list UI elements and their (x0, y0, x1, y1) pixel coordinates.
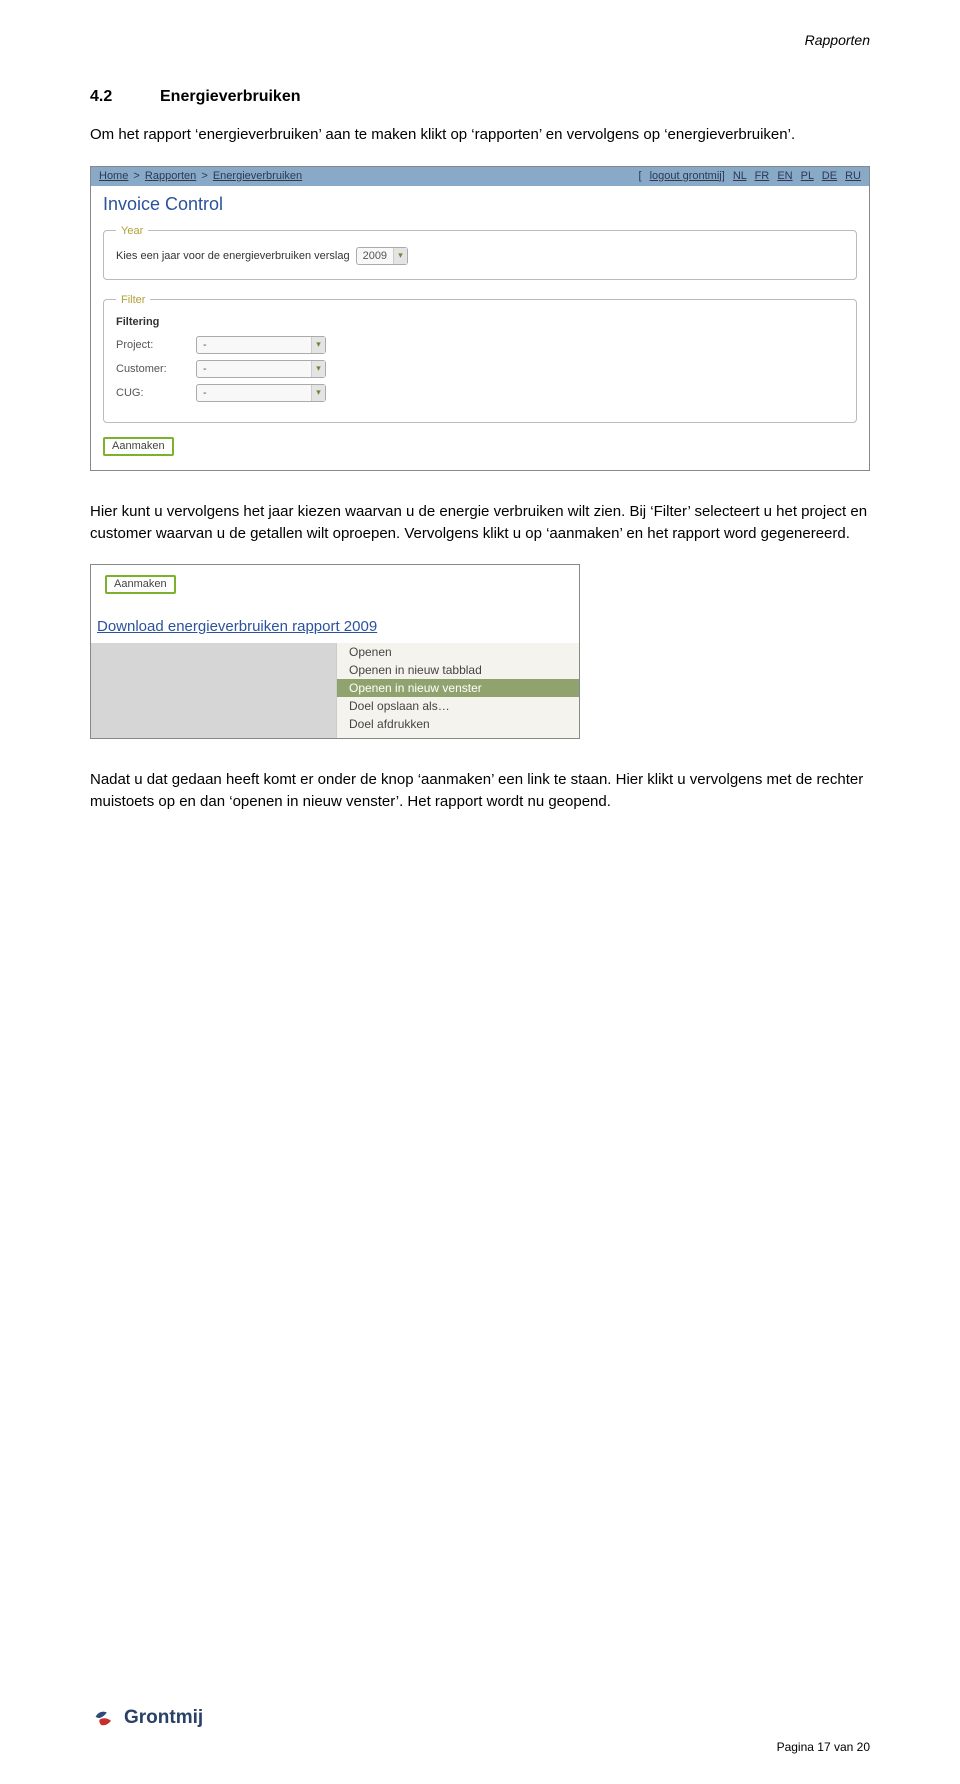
crumb-page[interactable]: Energieverbruiken (213, 170, 302, 182)
aanmaken-button-2[interactable]: Aanmaken (105, 575, 176, 594)
year-legend: Year (116, 225, 148, 237)
project-label: Project: (116, 339, 196, 351)
customer-label: Customer: (116, 363, 196, 375)
ctx-nieuw-tabblad[interactable]: Openen in nieuw tabblad (337, 661, 579, 679)
breadcrumb-bar: Home > Rapporten > Energieverbruiken [ l… (91, 167, 869, 186)
customer-select[interactable]: - ▾ (196, 360, 326, 378)
cug-value: - (197, 387, 213, 399)
app-title: Invoice Control (91, 186, 869, 221)
lang-de[interactable]: DE (822, 170, 837, 182)
lang-en[interactable]: EN (777, 170, 792, 182)
aanmaken-button[interactable]: Aanmaken (103, 437, 174, 456)
chevron-down-icon: ▾ (393, 248, 407, 264)
section-title: Energieverbruiken (160, 88, 301, 106)
cug-select[interactable]: - ▾ (196, 384, 326, 402)
footer: Grontmij Pagina 17 van 20 (90, 1704, 870, 1754)
chevron-down-icon: ▾ (311, 385, 325, 401)
bracket-close: ] (722, 170, 725, 182)
project-value: - (197, 339, 213, 351)
screenshot-download-context: Aanmaken Download energieverbruiken rapp… (90, 564, 580, 739)
ctx-nieuw-venster[interactable]: Openen in nieuw venster (337, 679, 579, 697)
year-select[interactable]: 2009 ▾ (356, 247, 408, 265)
filter-row-cug: CUG: - ▾ (116, 384, 844, 402)
paragraph-2: Hier kunt u vervolgens het jaar kiezen w… (90, 501, 870, 545)
filter-panel: Filter Filtering Project: - ▾ Customer: … (103, 294, 857, 423)
paragraph-3: Nadat u dat gedaan heeft komt er onder d… (90, 769, 870, 813)
logout-link[interactable]: logout grontmij (650, 170, 722, 182)
paragraph-1: Om het rapport ‘energieverbruiken’ aan t… (90, 124, 870, 146)
lang-nl[interactable]: NL (733, 170, 747, 182)
header-section-label: Rapporten (805, 32, 870, 48)
crumb-home[interactable]: Home (99, 170, 128, 182)
crumb-sep-2: > (201, 170, 207, 182)
project-select[interactable]: - ▾ (196, 336, 326, 354)
filter-row-customer: Customer: - ▾ (116, 360, 844, 378)
chevron-down-icon: ▾ (311, 361, 325, 377)
lang-pl[interactable]: PL (801, 170, 814, 182)
context-menu: Openen Openen in nieuw tabblad Openen in… (336, 643, 579, 738)
crumb-rapporten[interactable]: Rapporten (145, 170, 196, 182)
context-menu-area: Openen Openen in nieuw tabblad Openen in… (91, 643, 579, 738)
filter-legend: Filter (116, 294, 150, 306)
page-number: Pagina 17 van 20 (90, 1740, 870, 1754)
context-backdrop (91, 643, 336, 738)
year-label: Kies een jaar voor de energieverbruiken … (116, 250, 350, 262)
ctx-openen[interactable]: Openen (337, 643, 579, 661)
chevron-down-icon: ▾ (311, 337, 325, 353)
filter-row-project: Project: - ▾ (116, 336, 844, 354)
section-number: 4.2 (90, 88, 160, 106)
ctx-opslaan-als[interactable]: Doel opslaan als… (337, 697, 579, 715)
ctx-afdrukken[interactable]: Doel afdrukken (337, 715, 579, 733)
cug-label: CUG: (116, 387, 196, 399)
top-right-links: [ logout grontmij] NL FR EN PL DE RU (638, 170, 861, 182)
customer-value: - (197, 363, 213, 375)
year-value: 2009 (357, 250, 393, 262)
filtering-heading: Filtering (116, 316, 844, 328)
screenshot-invoice-control: Home > Rapporten > Energieverbruiken [ l… (90, 166, 870, 471)
year-panel: Year Kies een jaar voor de energieverbru… (103, 225, 857, 280)
lang-ru[interactable]: RU (845, 170, 861, 182)
bracket-open: [ (638, 170, 641, 182)
brand-logo: Grontmij (90, 1704, 870, 1732)
download-link[interactable]: Download energieverbruiken rapport 2009 (91, 614, 579, 643)
brand-name: Grontmij (124, 1707, 203, 1729)
crumb-sep-1: > (133, 170, 139, 182)
grontmij-logo-icon (90, 1704, 118, 1732)
breadcrumb: Home > Rapporten > Energieverbruiken (99, 170, 302, 182)
section-heading: 4.2 Energieverbruiken (90, 88, 870, 106)
lang-fr[interactable]: FR (755, 170, 770, 182)
